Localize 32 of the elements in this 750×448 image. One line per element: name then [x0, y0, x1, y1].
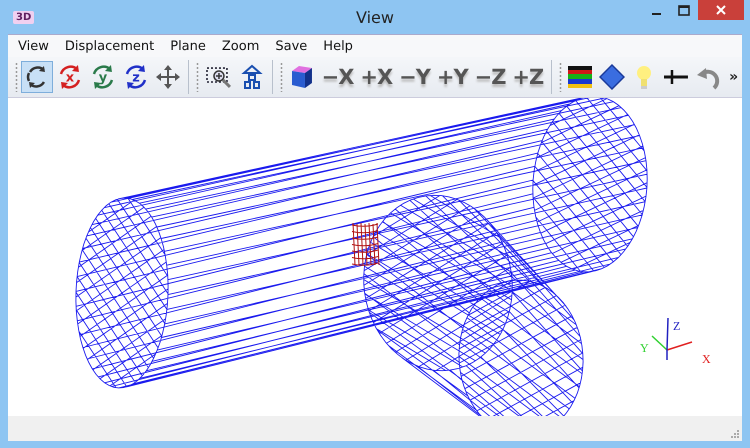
view-direction-button[interactable]: +Y — [434, 61, 471, 93]
minimize-icon — [652, 12, 660, 14]
view-direction-button[interactable]: +X — [357, 61, 396, 93]
overflow-button[interactable]: » — [726, 61, 742, 93]
menu-item[interactable]: View — [12, 38, 55, 54]
color-bands-icon — [568, 66, 592, 88]
view-direction-button[interactable]: −X — [318, 61, 356, 93]
axis-triad-icon — [651, 318, 692, 360]
menu-item[interactable]: Help — [317, 38, 359, 54]
app-icon: 3D — [13, 10, 34, 24]
view-direction-button[interactable]: +Z — [509, 61, 546, 93]
menu-item[interactable]: Zoom — [216, 38, 266, 54]
menu-item[interactable]: Save — [269, 38, 314, 54]
resize-grip-icon[interactable] — [730, 429, 740, 439]
view-direction-button[interactable]: −Z — [472, 61, 508, 93]
line-icon — [663, 67, 690, 87]
view-direction-button[interactable]: −Y — [396, 61, 433, 93]
light-bulb-icon — [635, 64, 654, 90]
axis-label: X — [702, 352, 711, 366]
close-button[interactable] — [698, 0, 744, 20]
rotate-button[interactable] — [21, 61, 53, 93]
stacked-shapes-icon — [240, 64, 263, 90]
move-arrows-icon — [156, 65, 180, 89]
menu-item[interactable]: Displacement — [58, 38, 160, 54]
window-title: View — [356, 8, 394, 26]
axis-label: Y — [640, 341, 649, 355]
diamond-icon — [599, 64, 626, 90]
zoom-box-icon — [204, 65, 233, 89]
axis-label: Z — [673, 319, 680, 333]
maximize-icon — [678, 4, 690, 16]
menu-item[interactable]: Plane — [164, 38, 212, 54]
close-icon — [716, 5, 726, 15]
